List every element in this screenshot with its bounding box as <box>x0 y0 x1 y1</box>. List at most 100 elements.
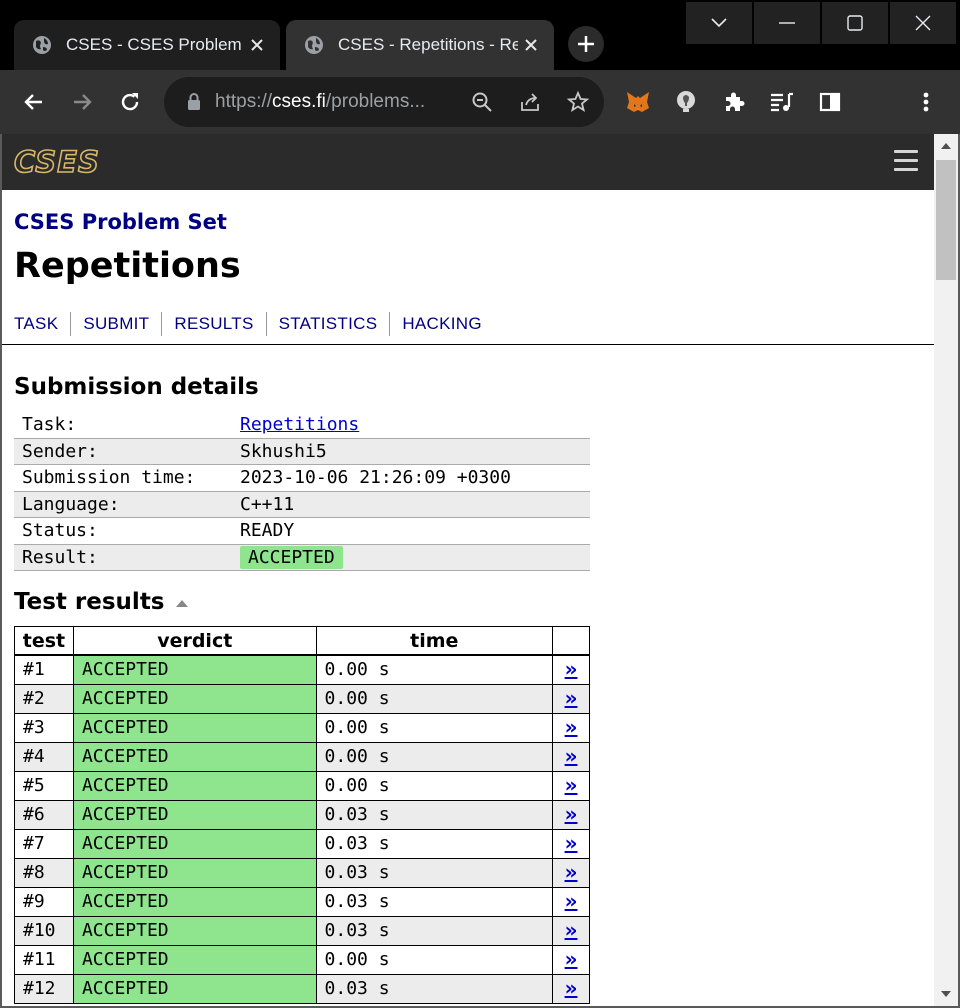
test-number: #3 <box>14 713 74 744</box>
test-number: #5 <box>14 771 74 802</box>
maximize-icon <box>847 15 863 31</box>
test-number: #1 <box>14 654 74 686</box>
lock-icon[interactable] <box>182 90 206 114</box>
table-row: #12 ACCEPTED 0.03 s » <box>14 974 590 1005</box>
page-title: Repetitions <box>14 246 241 286</box>
url-text[interactable]: https://cses.fi/problems... <box>215 91 425 113</box>
reload-button[interactable] <box>114 86 146 118</box>
forward-button[interactable] <box>66 86 98 118</box>
vertical-scrollbar[interactable] <box>934 134 958 1006</box>
share-icon[interactable] <box>518 90 542 114</box>
maximize-button[interactable] <box>822 2 888 44</box>
reload-icon <box>121 93 139 111</box>
details-link[interactable]: » <box>565 657 578 681</box>
address-bar[interactable]: https://cses.fi/problems... <box>164 77 604 127</box>
test-results-table: test verdict time #1 ACCEPTED 0.00 s» #2 ACC… <box>14 626 590 1005</box>
details-link[interactable]: » <box>565 744 578 768</box>
submission-details-heading: Submission details <box>14 374 259 400</box>
test-results-heading[interactable]: Test results <box>14 589 165 615</box>
details-link-cell: » <box>552 742 590 773</box>
submission-details-table: Task: Repetitions Sender: Skhushi5 Submi… <box>14 412 590 571</box>
side-panel-icon[interactable] <box>814 86 846 118</box>
nav-statistics[interactable]: STATISTICS <box>267 312 391 336</box>
nav-submit[interactable]: SUBMIT <box>71 312 163 336</box>
close-window-button[interactable] <box>890 2 956 44</box>
verdict-cell: ACCEPTED <box>72 829 317 860</box>
cses-logo[interactable]: CSES <box>13 147 125 177</box>
new-tab-button[interactable] <box>568 26 604 62</box>
star-bookmark-icon[interactable] <box>566 90 590 114</box>
detail-row: Submission time: 2023-10-06 21:26:09 +03… <box>14 464 590 492</box>
nav-results[interactable]: RESULTS <box>162 312 267 336</box>
details-link[interactable]: » <box>565 715 578 739</box>
detail-value: ACCEPTED <box>232 544 590 571</box>
test-number: #8 <box>14 858 74 889</box>
detail-value: C++11 <box>232 491 590 518</box>
time-cell: 0.03 s <box>315 887 554 918</box>
close-icon[interactable] <box>522 36 540 54</box>
verdict-cell: ACCEPTED <box>72 916 317 947</box>
column-header-verdict: verdict <box>72 626 317 657</box>
media-queue-icon[interactable] <box>766 86 798 118</box>
hamburger-menu-icon[interactable] <box>894 150 918 172</box>
table-row: #7 ACCEPTED 0.03 s » <box>14 829 590 860</box>
details-link[interactable]: » <box>565 976 578 1000</box>
detail-value: Repetitions <box>232 412 590 439</box>
details-link[interactable]: » <box>565 802 578 826</box>
site-header: CSES <box>2 134 934 190</box>
verdict-cell: ACCEPTED <box>72 887 317 918</box>
task-link[interactable]: Repetitions <box>240 414 359 435</box>
browser-tab[interactable]: CSES - CSES Problem Set <box>14 20 280 70</box>
detail-key: Result: <box>14 544 232 571</box>
globe-icon <box>33 36 51 54</box>
details-link-cell: » <box>552 858 590 889</box>
close-icon[interactable] <box>248 36 266 54</box>
kebab-menu-icon <box>923 92 929 112</box>
tab-search-button[interactable] <box>686 2 752 44</box>
scrollbar-thumb[interactable] <box>936 160 956 280</box>
detail-value: Skhushi5 <box>232 438 590 465</box>
time-cell: 0.03 s <box>315 858 554 889</box>
details-link-cell: » <box>552 654 590 686</box>
minimize-button[interactable] <box>754 2 820 44</box>
chevron-down-icon <box>711 18 727 28</box>
detail-row: Language: C++11 <box>14 491 590 518</box>
verdict-cell: ACCEPTED <box>72 974 317 1005</box>
table-row: #8 ACCEPTED 0.03 s » <box>14 858 590 889</box>
collapse-triangle-icon[interactable] <box>176 600 188 607</box>
time-cell: 0.03 s <box>315 974 554 1005</box>
detail-key: Sender: <box>14 438 232 465</box>
scroll-up-arrow-icon[interactable] <box>940 142 952 150</box>
back-button[interactable] <box>18 86 50 118</box>
detail-row: Task: Repetitions <box>14 412 590 439</box>
verdict-cell: ACCEPTED <box>72 800 317 831</box>
time-cell: 0.00 s <box>315 771 554 802</box>
minimize-icon <box>779 22 795 24</box>
details-link-cell: » <box>552 800 590 831</box>
details-link-cell: » <box>552 887 590 918</box>
nav-task[interactable]: TASK <box>2 312 72 336</box>
detail-key: Language: <box>14 491 232 518</box>
metamask-fox-icon[interactable] <box>622 86 654 118</box>
details-link[interactable]: » <box>565 889 578 913</box>
time-cell: 0.00 s <box>315 684 554 715</box>
close-icon <box>915 15 931 31</box>
browser-menu-button[interactable] <box>910 86 942 118</box>
scroll-down-arrow-icon[interactable] <box>940 990 952 998</box>
bulb-icon <box>677 91 695 112</box>
details-link[interactable]: » <box>565 947 578 971</box>
lightbulb-icon[interactable] <box>670 86 702 118</box>
details-link[interactable]: » <box>565 831 578 855</box>
verdict-cell: ACCEPTED <box>72 858 317 889</box>
nav-hacking[interactable]: HACKING <box>390 312 494 336</box>
details-link[interactable]: » <box>565 918 578 942</box>
globe-icon <box>305 36 323 54</box>
zoom-icon[interactable] <box>470 90 494 114</box>
details-link[interactable]: » <box>565 773 578 797</box>
browser-tab-active[interactable]: CSES - Repetitions - Results <box>286 20 554 70</box>
breadcrumb[interactable]: CSES Problem Set <box>14 210 227 234</box>
table-row: #1 ACCEPTED 0.00 s » <box>14 654 590 686</box>
details-link[interactable]: » <box>565 860 578 884</box>
puzzle-extensions-icon[interactable] <box>718 86 750 118</box>
details-link[interactable]: » <box>565 686 578 710</box>
